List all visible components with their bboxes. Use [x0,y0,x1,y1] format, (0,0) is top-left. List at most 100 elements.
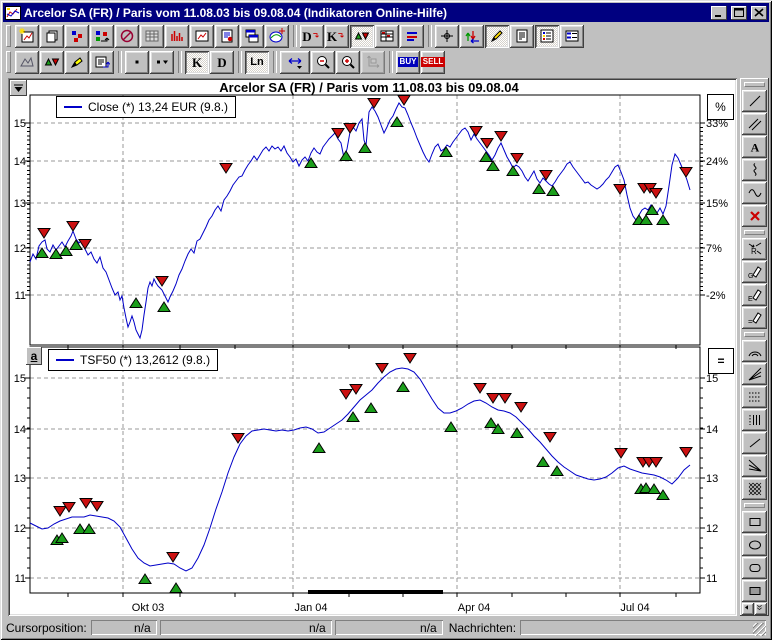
point-style-button[interactable] [125,51,149,74]
more-tools-button[interactable] [755,603,767,615]
signals-button[interactable] [350,25,374,48]
svg-text:24%: 24% [706,156,728,168]
sell-marker [680,168,692,178]
signals-icon [354,28,370,44]
sell-button[interactable]: SELL [421,51,445,74]
properties-button[interactable] [90,51,114,74]
zigzag-button[interactable] [15,51,39,74]
wave-tool[interactable] [742,182,767,204]
buy-marker [130,298,142,308]
signal-triangles-button[interactable] [40,51,64,74]
sell-marker [91,502,103,512]
minimize-button[interactable] [711,6,727,20]
chart-report-button[interactable] [215,25,239,48]
nodraw-icon [119,28,135,44]
elliott-pen-tool[interactable]: E [742,284,767,306]
kurs-chart-button[interactable]: K [185,51,209,74]
penE-icon: E [747,287,763,303]
resize-grip[interactable] [753,623,766,636]
maximize-button[interactable] [731,6,747,20]
chart-canvas[interactable]: 1533%1424%1315%127%11-2%1515141413131212… [8,78,737,616]
crosshair-button[interactable] [435,25,459,48]
log-scale-button[interactable]: Ln [245,51,269,74]
world-chart-button[interactable] [265,25,289,48]
buy-button[interactable]: BUY [396,51,420,74]
speed-lines-tool[interactable] [742,455,767,477]
vlines-icon [747,412,763,428]
level-pen-tool[interactable]: = [742,307,767,329]
sell-marker [167,553,179,563]
freehand-tool[interactable] [742,159,767,181]
no-draw-button[interactable] [115,25,139,48]
toolbar-grip[interactable] [744,332,765,337]
time-zones-tool[interactable] [742,409,767,431]
rectangle-tool[interactable] [742,511,767,533]
kurs-button[interactable]: K [325,25,349,48]
buy-marker [537,457,549,467]
toolbar-grip[interactable] [744,503,765,508]
copy-button[interactable] [40,25,64,48]
point-style-dropdown[interactable] [150,51,174,74]
grid-pattern-tool[interactable] [742,478,767,500]
retracement-tool[interactable] [742,386,767,408]
toolbar-grip[interactable] [6,51,11,73]
toolbar-grip[interactable] [744,82,765,87]
filled-rect-tool[interactable] [742,580,767,602]
scroll-left-button[interactable] [742,603,754,615]
tsf50-legend[interactable]: TSF50 (*) 13,2612 (9.8.) [48,349,218,371]
fibonacci-arcs-tool[interactable] [742,340,767,362]
pane-collapse-button[interactable]: = [708,348,734,374]
daily-chart-button[interactable]: D [210,51,234,74]
rect-icon [747,514,763,530]
pencil-icon [489,28,505,44]
trend-icon [747,435,763,451]
close-button[interactable] [751,6,767,20]
report-button[interactable] [510,25,534,48]
text-tool[interactable]: A [742,136,767,158]
sell-marker [487,394,499,404]
svg-text:11: 11 [15,573,26,585]
trend-line-tool[interactable] [742,90,767,112]
zoom-in-button[interactable] [336,51,360,74]
line-tool[interactable] [742,432,767,454]
pane-a-button[interactable]: a [26,347,42,365]
line-chart-button[interactable] [190,25,214,48]
parallel-lines-tool[interactable] [742,113,767,135]
cascade-windows-button[interactable] [240,25,264,48]
svg-text:11: 11 [15,290,26,302]
toolbar-grip[interactable] [744,230,765,235]
legend-button[interactable] [535,25,559,48]
title-bar[interactable]: Arcelor SA (FR) / Paris vom 11.08.03 bis… [3,3,769,22]
buy-marker [397,382,409,392]
draw-button[interactable] [485,25,509,48]
close-legend[interactable]: Close (*) 13,24 EUR (9.8.) [56,96,236,118]
rounded-rect-tool[interactable] [742,557,767,579]
matrix-button[interactable] [375,25,399,48]
quote-list-button[interactable] [560,25,584,48]
pane-dropdown-button[interactable] [10,80,27,96]
percent-scale-button[interactable]: % [707,94,734,120]
buy-marker [83,524,95,534]
daily-button[interactable]: D [300,25,324,48]
buy-marker [340,151,352,161]
cursor-value-field: n/a [335,620,443,635]
regression-tool[interactable]: R [742,238,767,260]
h-zoom-button[interactable] [280,51,310,74]
zoom-out-button[interactable] [311,51,335,74]
toolbar-grip[interactable] [6,25,11,47]
tsf50-series [30,368,690,571]
histogram-button[interactable] [165,25,189,48]
scatter-button[interactable] [65,25,89,48]
redarrow-icon [312,31,322,41]
marker-pen-button[interactable] [65,51,89,74]
data-table-button[interactable] [140,25,164,48]
shift-arrows-button[interactable] [460,25,484,48]
objects-button[interactable] [90,25,114,48]
gann-pen-tool[interactable]: G [742,261,767,283]
redgrid-icon [379,28,395,44]
fan-lines-tool[interactable] [742,363,767,385]
new-chart-button[interactable] [15,25,39,48]
delete-object-tool[interactable] [742,205,767,227]
levels-button[interactable] [400,25,424,48]
ellipse-tool[interactable] [742,534,767,556]
